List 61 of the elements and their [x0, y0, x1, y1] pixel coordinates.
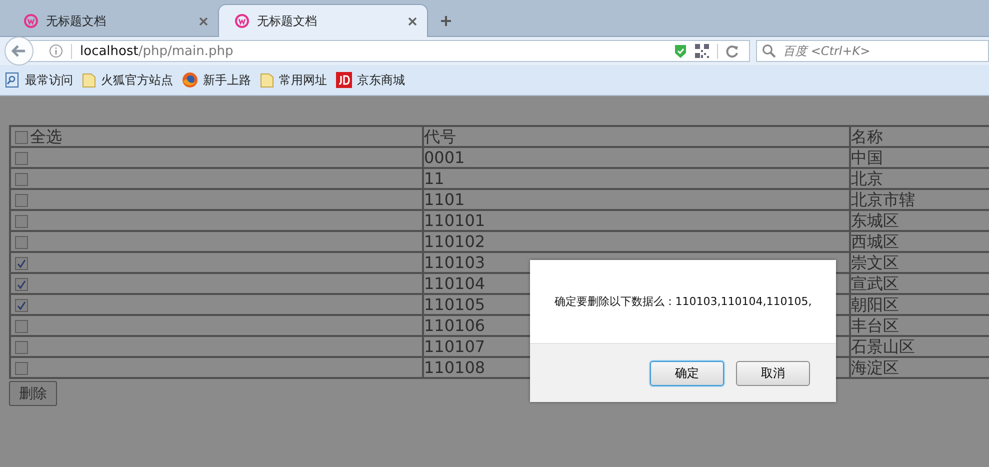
row-checkbox[interactable]	[15, 257, 28, 270]
page-search-icon	[5, 72, 20, 88]
jd-logo-icon	[336, 72, 352, 88]
column-header: 代号	[423, 126, 850, 147]
table-cell: 0001	[423, 147, 850, 168]
row-checkbox[interactable]	[15, 362, 28, 376]
dialog-button[interactable]: 取消	[736, 360, 810, 386]
search-field[interactable]: 百度 <Ctrl+K>	[756, 40, 989, 62]
table-cell: 西城区	[850, 231, 989, 252]
table-cell: 宣武区	[850, 273, 989, 294]
row-checkbox[interactable]	[15, 341, 28, 354]
globe-icon	[182, 72, 198, 88]
row-checkbox[interactable]	[15, 299, 28, 312]
folder-icon	[82, 72, 96, 88]
w-logo-icon	[24, 14, 38, 28]
table-cell: 110102	[423, 231, 850, 252]
row-checkbox[interactable]	[15, 278, 28, 292]
row-checkbox[interactable]	[15, 215, 28, 228]
table-cell: 丰台区	[850, 315, 989, 336]
address-bar[interactable]: localhost/php/main.php	[26, 40, 750, 62]
table-cell: 中国	[850, 147, 989, 168]
table-cell: 北京市辖	[850, 189, 989, 210]
row-checkbox[interactable]	[15, 236, 28, 250]
row-checkbox[interactable]	[15, 152, 28, 166]
column-header: 名称	[850, 126, 989, 147]
table-cell: 北京	[850, 168, 989, 189]
browser-tab[interactable]: 无标题文档	[218, 4, 428, 37]
bookmark[interactable]: 最常访问	[5, 72, 73, 88]
bookmark[interactable]: 京东商城	[336, 72, 405, 88]
bookmark[interactable]: 火狐官方站点	[82, 72, 173, 88]
row-checkbox[interactable]	[15, 173, 28, 186]
info-icon[interactable]	[49, 44, 63, 58]
close-icon[interactable]	[408, 16, 417, 26]
row-checkbox[interactable]	[15, 320, 28, 334]
qr-code-icon[interactable]	[695, 44, 709, 58]
table-cell: 1101	[423, 189, 850, 210]
row-checkbox[interactable]	[15, 194, 28, 208]
new-tab-icon[interactable]	[440, 15, 452, 27]
close-icon[interactable]	[199, 16, 208, 26]
table-cell: 110101	[423, 210, 850, 231]
table-cell: 朝阳区	[850, 294, 989, 315]
back-button[interactable]	[4, 36, 34, 66]
browser-tab[interactable]: 无标题文档	[8, 6, 218, 36]
url-path: /php/main.php	[138, 44, 234, 58]
bookmark[interactable]: 新手上路	[182, 72, 251, 88]
table-cell: 崇文区	[850, 252, 989, 273]
w-logo-icon	[235, 14, 249, 28]
folder-icon	[260, 72, 274, 88]
dialog-button[interactable]: 确定	[650, 360, 724, 386]
table-cell: 石景山区	[850, 336, 989, 357]
table-cell: 海淀区	[850, 357, 989, 378]
select-all-label: 全选	[30, 127, 62, 146]
table-cell: 11	[423, 168, 850, 189]
shield-icon[interactable]	[674, 44, 687, 58]
bookmark[interactable]: 常用网址	[260, 72, 327, 88]
url-host: localhost	[80, 44, 138, 58]
table-cell: 东城区	[850, 210, 989, 231]
select-all-checkbox[interactable]	[15, 131, 28, 144]
reload-icon[interactable]	[726, 44, 739, 58]
delete-button[interactable]: 删除	[9, 381, 57, 406]
dialog-message: 确定要删除以下数据么：110103,110104,110105,	[554, 294, 812, 309]
